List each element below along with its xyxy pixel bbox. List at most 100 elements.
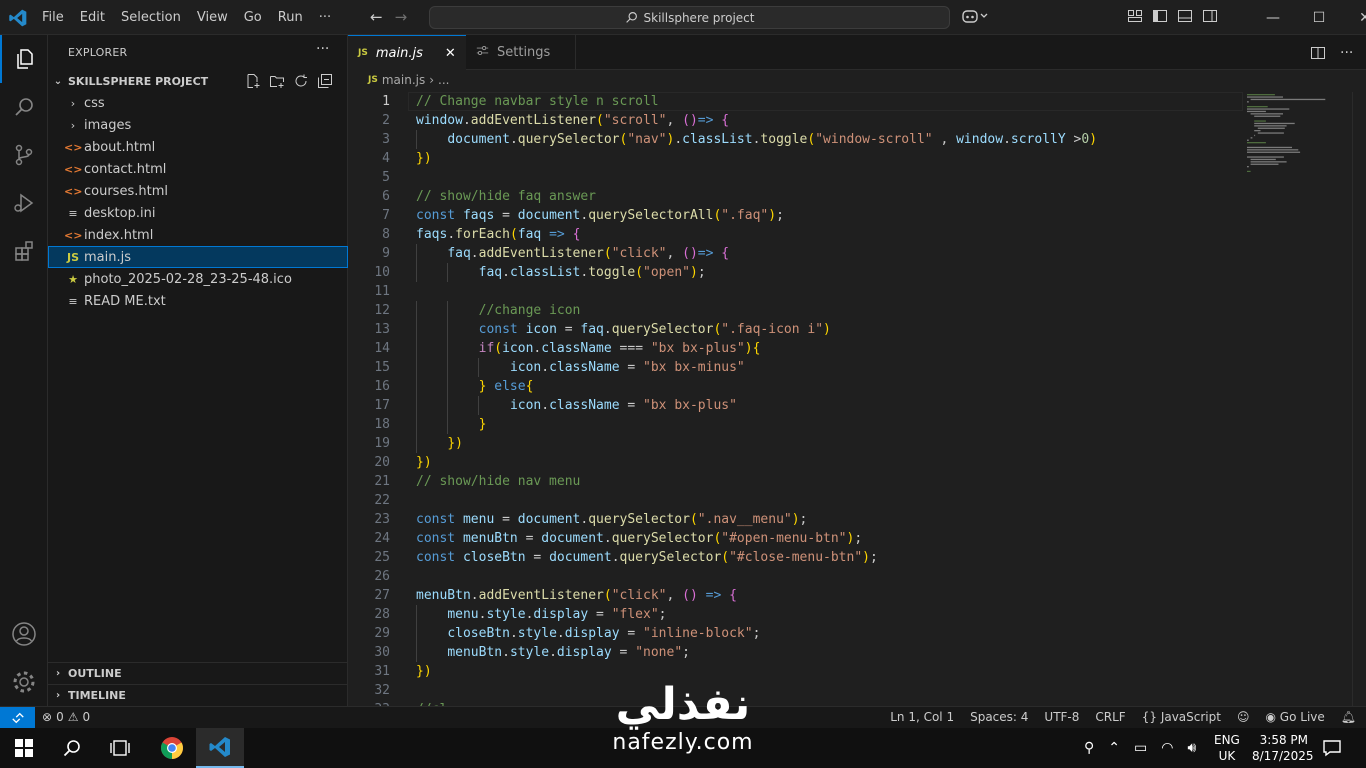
code-line[interactable]: 1 // Change navbar style n scroll xyxy=(348,92,1243,111)
code-line[interactable]: 3 document.querySelector("nav").classLis… xyxy=(348,130,1243,149)
battery-icon[interactable]: ▭ xyxy=(1134,740,1147,756)
code-line[interactable]: 30 menuBtn.style.display = "none"; xyxy=(348,643,1243,662)
forward-arrow-icon[interactable]: → xyxy=(395,8,408,26)
code-line[interactable]: 25 const closeBtn = document.querySelecto… xyxy=(348,548,1243,567)
editor-scrollbar[interactable] xyxy=(1352,92,1366,706)
tree-file-about[interactable]: <> about.html xyxy=(48,136,348,158)
tab-settings[interactable]: Settings xyxy=(466,35,576,70)
action-center-icon[interactable] xyxy=(1322,738,1342,758)
code-line[interactable]: 8 faqs.forEach(faq => { xyxy=(348,225,1243,244)
code-line[interactable]: 23 const menu = document.querySelector(".… xyxy=(348,510,1243,529)
task-view-icon[interactable] xyxy=(96,728,144,768)
code-line[interactable]: 31}) xyxy=(348,662,1243,681)
extensions-icon[interactable] xyxy=(0,227,48,275)
tree-file-readme[interactable]: ≡ READ ME.txt xyxy=(48,290,348,312)
menu-go[interactable]: Go xyxy=(236,10,270,25)
language-mode[interactable]: {} JavaScript xyxy=(1142,710,1221,724)
more-actions-icon[interactable]: ··· xyxy=(1340,45,1353,65)
taskbar-search-icon[interactable] xyxy=(48,728,96,768)
menu-run[interactable]: Run xyxy=(270,10,311,25)
code-line[interactable]: 16 } else{ xyxy=(348,377,1243,396)
code-line[interactable]: 15 icon.className = "bx bx-minus" xyxy=(348,358,1243,377)
volume-icon[interactable]: 🔊︎ xyxy=(1187,740,1196,756)
code-line[interactable]: 14 if(icon.className === "bx bx-plus"){ xyxy=(348,339,1243,358)
close-tab-icon[interactable]: ✕ xyxy=(445,46,456,61)
code-line[interactable]: 12 //change icon xyxy=(348,301,1243,320)
tree-file-photo-ico[interactable]: ★ photo_2025-02-28_23-25-48.ico xyxy=(48,268,348,290)
code-line[interactable]: 7 const faqs = document.querySelectorAll(… xyxy=(348,206,1243,225)
tree-file-contact[interactable]: <> contact.html xyxy=(48,158,348,180)
customize-layout-icon[interactable] xyxy=(1127,8,1143,24)
breadcrumb-file[interactable]: main.js xyxy=(382,73,425,87)
copilot-status-icon[interactable]: ☺ xyxy=(1237,710,1250,724)
code-line[interactable]: 26 xyxy=(348,567,1243,586)
minimize-button[interactable]: — xyxy=(1250,0,1296,35)
code-line[interactable]: 11 xyxy=(348,282,1243,301)
tree-folder-images[interactable]: › images xyxy=(48,114,348,136)
chrome-icon[interactable] xyxy=(148,728,196,768)
project-folder-header[interactable]: ⌄ SKILLSPHERE PROJECT xyxy=(48,70,348,92)
refresh-icon[interactable] xyxy=(293,73,309,89)
code-line[interactable]: 21 // show/hide nav menu xyxy=(348,472,1243,491)
remote-indicator-icon[interactable] xyxy=(0,707,35,729)
code-line[interactable]: 5 xyxy=(348,168,1243,187)
menu-selection[interactable]: Selection xyxy=(113,10,189,25)
toggle-panel-icon[interactable] xyxy=(1177,8,1193,24)
indentation[interactable]: Spaces: 4 xyxy=(970,710,1028,724)
tab-main-js[interactable]: JS main.js ✕ xyxy=(348,35,466,70)
toggle-primary-sidebar-icon[interactable] xyxy=(1152,8,1168,24)
new-folder-icon[interactable] xyxy=(269,73,285,89)
vscode-taskbar-icon[interactable] xyxy=(196,728,244,768)
new-file-icon[interactable] xyxy=(245,73,261,89)
menu-edit[interactable]: Edit xyxy=(72,10,113,25)
problems-indicator[interactable]: ⊗ 0 ⚠ 0 xyxy=(42,710,90,724)
tree-file-desktop-ini[interactable]: ≡ desktop.ini xyxy=(48,202,348,224)
explorer-more-button[interactable]: ··· xyxy=(316,41,329,57)
windows-start-icon[interactable] xyxy=(0,728,48,768)
go-live-button[interactable]: ◉ Go Live xyxy=(1265,710,1324,724)
explorer-icon[interactable] xyxy=(0,35,48,83)
tree-folder-css[interactable]: › css xyxy=(48,92,348,114)
collapse-all-icon[interactable] xyxy=(317,73,333,89)
maximize-button[interactable]: ☐ xyxy=(1296,0,1342,35)
code-line[interactable]: 27 menuBtn.addEventListener("click", () =… xyxy=(348,586,1243,605)
menu-file[interactable]: File xyxy=(34,10,72,25)
outline-section[interactable]: › OUTLINE xyxy=(48,662,348,684)
language-indicator[interactable]: ENG UK xyxy=(1214,732,1240,764)
copilot-icon[interactable] xyxy=(962,8,988,28)
notifications-bell-icon[interactable]: 🔔︎ xyxy=(1341,710,1356,724)
code-line[interactable]: 18 } xyxy=(348,415,1243,434)
settings-gear-icon[interactable] xyxy=(0,658,48,706)
code-line[interactable]: 24 const menuBtn = document.querySelector… xyxy=(348,529,1243,548)
breadcrumb-symbol[interactable]: ... xyxy=(438,73,449,87)
menu-more[interactable]: ··· xyxy=(311,10,339,25)
source-control-icon[interactable] xyxy=(0,131,48,179)
vscode-logo-icon[interactable] xyxy=(8,8,28,28)
accounts-icon[interactable] xyxy=(0,610,48,658)
search-icon[interactable] xyxy=(0,83,48,131)
cursor-position[interactable]: Ln 1, Col 1 xyxy=(890,710,954,724)
close-window-button[interactable]: ✕ xyxy=(1342,0,1366,35)
code-line[interactable]: 4}) xyxy=(348,149,1243,168)
code-line[interactable]: 10 faq.classList.toggle("open"); xyxy=(348,263,1243,282)
code-line[interactable]: 13 const icon = faq.querySelector(".faq-… xyxy=(348,320,1243,339)
tree-file-courses[interactable]: <> courses.html xyxy=(48,180,348,202)
code-line[interactable]: 17 icon.className = "bx bx-plus" xyxy=(348,396,1243,415)
clock[interactable]: 3:58 PM 8/17/2025 xyxy=(1252,732,1314,764)
code-line[interactable]: 22 xyxy=(348,491,1243,510)
code-line[interactable]: 6 // show/hide faq answer xyxy=(348,187,1243,206)
tree-file-index[interactable]: <> index.html xyxy=(48,224,348,246)
menu-view[interactable]: View xyxy=(189,10,236,25)
split-editor-icon[interactable] xyxy=(1310,45,1326,65)
code-editor[interactable]: 1 // Change navbar style n scroll 2 window.… xyxy=(348,92,1243,706)
timeline-section[interactable]: › TIMELINE xyxy=(48,684,348,706)
code-line[interactable]: 28 menu.style.display = "flex"; xyxy=(348,605,1243,624)
run-debug-icon[interactable] xyxy=(0,179,48,227)
encoding[interactable]: UTF-8 xyxy=(1044,710,1079,724)
code-line[interactable]: 9 faq.addEventListener("click", ()=> { xyxy=(348,244,1243,263)
tray-chevron-up-icon[interactable]: ⌃ xyxy=(1108,740,1120,756)
back-arrow-icon[interactable]: ← xyxy=(370,8,383,26)
code-line[interactable]: 29 closeBtn.style.display = "inline-bloc… xyxy=(348,624,1243,643)
command-center-search[interactable]: Skillsphere project xyxy=(429,6,950,29)
code-line[interactable]: 2 window.addEventListener("scroll", ()=> … xyxy=(348,111,1243,130)
